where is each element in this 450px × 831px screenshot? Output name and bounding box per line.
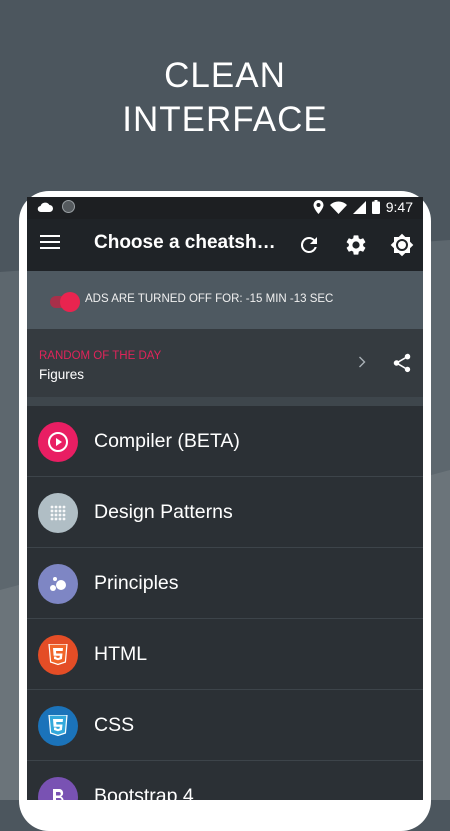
cheatsheet-list: Compiler (BETA) Design Patterns Principl… (27, 406, 423, 800)
toolbar-title: Choose a cheatsheet (94, 232, 279, 253)
battery-icon (371, 200, 380, 214)
list-item-label: Principles (94, 572, 179, 594)
signal-icon (352, 200, 366, 214)
circle-icon (62, 200, 75, 213)
settings-gear-icon[interactable] (344, 233, 368, 257)
location-icon (313, 200, 324, 214)
promo-line-2: INTERFACE (122, 100, 328, 139)
clock-time: 9:47 (385, 199, 413, 215)
list-item-principles[interactable]: Principles (27, 548, 423, 619)
section-divider (27, 397, 423, 406)
promo-headline: CLEAN INTERFACE (0, 54, 450, 142)
bubbles-icon (38, 564, 78, 604)
list-item-label: Design Patterns (94, 501, 233, 523)
cloud-icon (37, 202, 53, 212)
dot-grid-icon (38, 493, 78, 533)
list-item-compiler[interactable]: Compiler (BETA) (27, 406, 423, 477)
hamburger-menu-icon[interactable] (40, 234, 60, 250)
list-item-html[interactable]: HTML (27, 619, 423, 690)
promo-line-1: CLEAN (164, 56, 286, 95)
refresh-icon[interactable] (297, 233, 321, 257)
brightness-icon[interactable] (390, 233, 414, 257)
app-screen: 9:47 Choose a cheatsheet ADS ARE TURNED … (27, 197, 423, 800)
html5-icon (38, 635, 78, 675)
list-item-design-patterns[interactable]: Design Patterns (27, 477, 423, 548)
status-bar: 9:47 (27, 197, 423, 219)
list-item-label: HTML (94, 643, 148, 665)
random-value: Figures (39, 367, 85, 382)
ads-banner: ADS ARE TURNED OFF FOR: -15 MIN -13 SEC (27, 271, 423, 329)
random-label: RANDOM OF THE DAY (39, 350, 162, 362)
ads-status-text: ADS ARE TURNED OFF FOR: -15 MIN -13 SEC (85, 293, 334, 305)
app-toolbar: Choose a cheatsheet (27, 219, 423, 271)
list-item-label: CSS (94, 714, 135, 736)
ads-toggle-thumb[interactable] (60, 292, 80, 312)
random-of-the-day[interactable]: RANDOM OF THE DAY Figures (27, 329, 423, 397)
play-circle-icon (38, 422, 78, 462)
wifi-icon (329, 200, 347, 214)
chevron-right-icon[interactable] (358, 356, 366, 368)
list-item-css[interactable]: CSS (27, 690, 423, 761)
share-icon[interactable] (391, 352, 413, 374)
list-item-label: Bootstrap 4 (94, 785, 194, 800)
css3-icon (38, 706, 78, 746)
list-item-label: Compiler (BETA) (94, 430, 240, 452)
bootstrap-icon (38, 777, 78, 800)
list-item-bootstrap[interactable]: Bootstrap 4 (27, 761, 423, 800)
